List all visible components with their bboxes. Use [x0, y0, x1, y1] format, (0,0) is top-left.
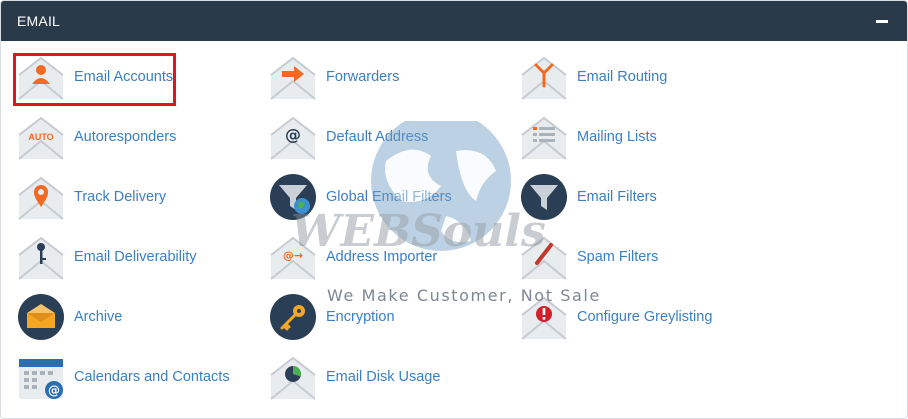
autoresponders-label: Autoresponders: [74, 129, 177, 145]
minus-icon: [876, 19, 888, 23]
at-icon-text: @: [285, 125, 301, 144]
panel-header: EMAIL: [1, 1, 907, 41]
panel-title: EMAIL: [17, 13, 61, 29]
email-routing-link[interactable]: Email Routing: [520, 53, 760, 101]
track-delivery-icon: [18, 176, 64, 220]
calendars-and-contacts-icon: @: [19, 359, 63, 399]
email-deliverability-label: Email Deliverability: [74, 249, 197, 265]
calendars-and-contacts-link[interactable]: @ Calendars and Contacts: [17, 353, 257, 401]
email-deliverability-link[interactable]: Email Deliverability: [17, 233, 257, 281]
email-filters-link[interactable]: Email Filters: [520, 173, 760, 221]
email-disk-usage-link[interactable]: Email Disk Usage: [269, 353, 509, 401]
encryption-label: Encryption: [326, 309, 395, 325]
spam-filters-label: Spam Filters: [577, 249, 659, 265]
email-accounts-link[interactable]: Email Accounts: [17, 53, 257, 101]
email-routing-label: Email Routing: [577, 69, 668, 85]
forwarders-icon: [270, 56, 316, 100]
spam-filters-link[interactable]: Spam Filters: [520, 233, 760, 281]
default-address-link[interactable]: @ Default Address: [269, 113, 509, 161]
email-accounts-icon: [18, 56, 64, 100]
email-accounts-label: Email Accounts: [74, 69, 174, 85]
email-filters-label: Email Filters: [577, 189, 657, 205]
spam-filters-icon: [521, 236, 567, 280]
email-filters-icon: [521, 174, 567, 220]
mailing-lists-link[interactable]: Mailing Lists: [520, 113, 760, 161]
encryption-icon: [270, 294, 316, 340]
address-importer-link[interactable]: @→ Address Importer: [269, 233, 509, 281]
email-panel: EMAIL Email Accounts Forwarders Email Ro…: [0, 0, 908, 419]
configure-greylisting-link[interactable]: Configure Greylisting: [520, 293, 760, 341]
track-delivery-link[interactable]: Track Delivery: [17, 173, 257, 221]
global-email-filters-icon: [270, 174, 316, 220]
collapse-button[interactable]: [875, 14, 889, 28]
at-icon-text: @: [48, 384, 60, 398]
default-address-label: Default Address: [326, 129, 429, 145]
email-routing-icon: [521, 56, 567, 100]
forwarders-link[interactable]: Forwarders: [269, 53, 509, 101]
email-disk-usage-icon: [270, 356, 316, 400]
mailing-lists-label: Mailing Lists: [577, 129, 657, 145]
email-deliverability-icon: [18, 236, 64, 280]
track-delivery-label: Track Delivery: [74, 189, 167, 205]
encryption-link[interactable]: Encryption: [269, 293, 509, 341]
address-importer-label: Address Importer: [326, 249, 438, 265]
address-importer-icon: @→: [270, 236, 316, 280]
at-arrow-icon-text: @→: [283, 249, 303, 262]
email-tools-grid: Email Accounts Forwarders Email Routing: [1, 43, 907, 415]
global-email-filters-label: Global Email Filters: [326, 189, 452, 205]
auto-icon-text: AUTO: [28, 132, 53, 142]
archive-link[interactable]: Archive: [17, 293, 257, 341]
email-disk-usage-label: Email Disk Usage: [326, 369, 441, 385]
forwarders-label: Forwarders: [326, 69, 400, 85]
configure-greylisting-label: Configure Greylisting: [577, 309, 713, 325]
autoresponders-icon: AUTO: [18, 116, 64, 160]
autoresponders-link[interactable]: AUTO Autoresponders: [17, 113, 257, 161]
archive-icon: [18, 294, 64, 340]
mailing-lists-icon: [521, 116, 567, 160]
calendars-and-contacts-label: Calendars and Contacts: [74, 369, 230, 385]
default-address-icon: @: [270, 116, 316, 160]
configure-greylisting-icon: [521, 296, 567, 340]
global-email-filters-link[interactable]: Global Email Filters: [269, 173, 509, 221]
archive-label: Archive: [74, 309, 123, 325]
